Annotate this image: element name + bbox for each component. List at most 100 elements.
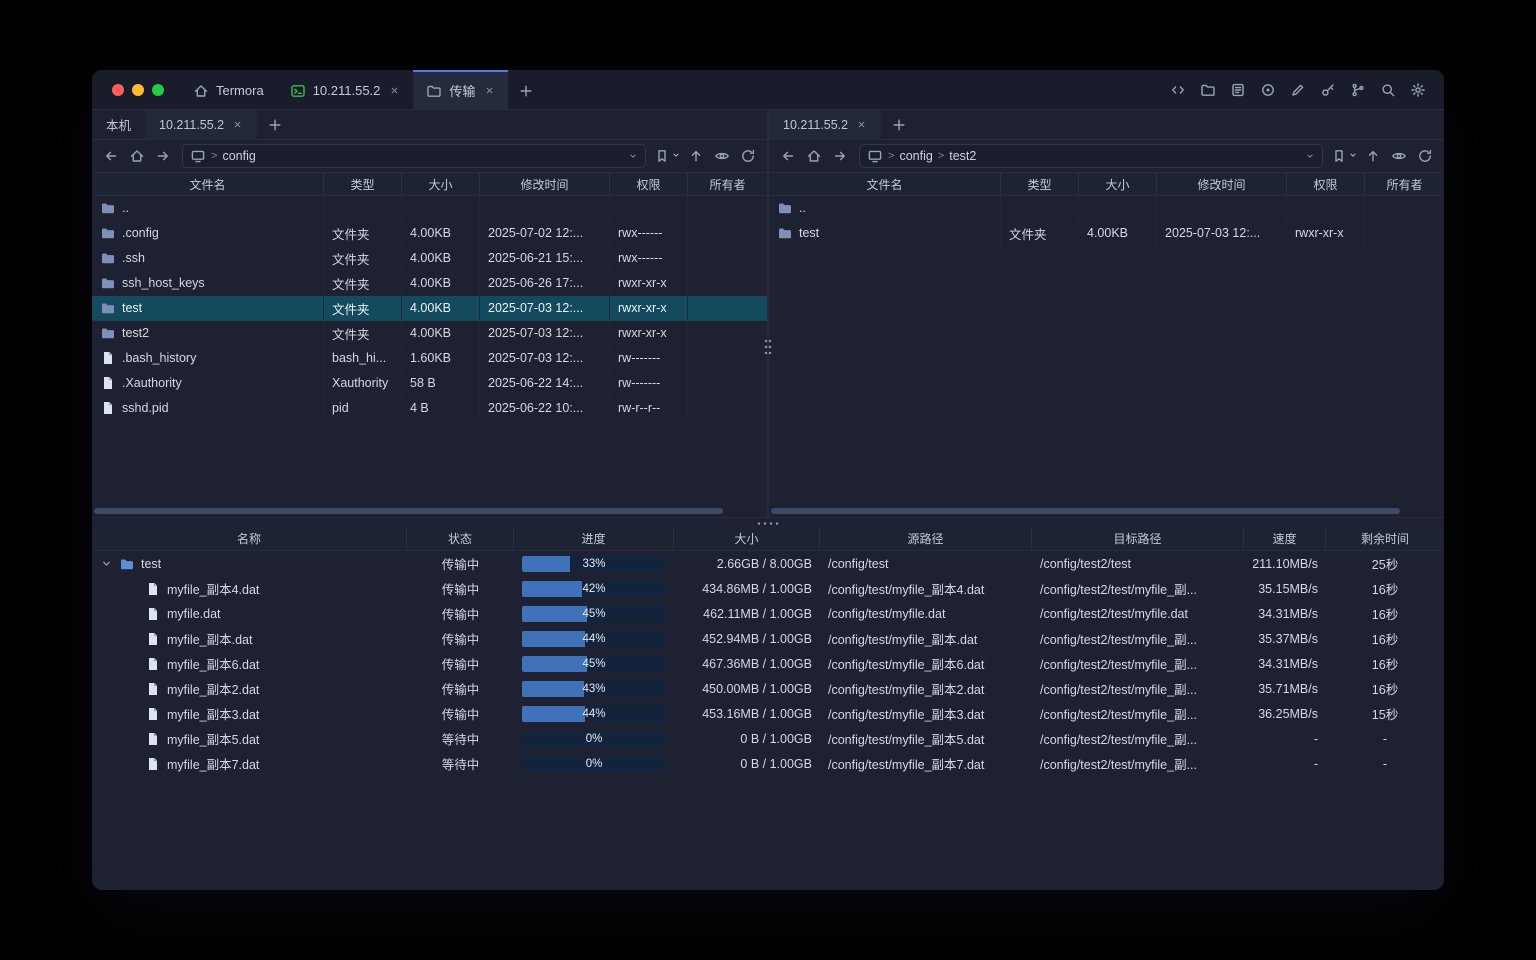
close-icon[interactable]: [389, 85, 400, 96]
home-button[interactable]: [803, 145, 825, 167]
column-header[interactable]: 文件名: [92, 173, 324, 195]
column-header[interactable]: 大小: [402, 173, 480, 195]
record-button[interactable]: [1256, 78, 1280, 102]
chevron-down-icon[interactable]: [100, 557, 113, 570]
transfer-row[interactable]: myfile_副本2.dat传输中43%450.00MB / 1.00GB/co…: [92, 676, 1444, 701]
horizontal-splitter-grip[interactable]: [756, 521, 780, 526]
transfer-row[interactable]: myfile.dat传输中45%462.11MB / 1.00GB/config…: [92, 601, 1444, 626]
column-header[interactable]: 修改时间: [480, 173, 610, 195]
horizontal-splitter[interactable]: [92, 517, 1444, 527]
transfer-column-header[interactable]: 源路径: [820, 527, 1032, 550]
horizontal-scrollbar-thumb[interactable]: [771, 508, 1400, 514]
back-button[interactable]: [100, 145, 122, 167]
refresh-button[interactable]: [1414, 145, 1436, 167]
transfer-column-header[interactable]: 目标路径: [1032, 527, 1244, 550]
close-window-button[interactable]: [112, 84, 124, 96]
show-hidden-button[interactable]: [1388, 145, 1410, 167]
transfer-row[interactable]: myfile_副本.dat传输中44%452.94MB / 1.00GB/con…: [92, 626, 1444, 651]
column-header[interactable]: 大小: [1079, 173, 1157, 195]
eye-icon: [714, 148, 730, 164]
transfer-row[interactable]: myfile_副本6.dat传输中45%467.36MB / 1.00GB/co…: [92, 651, 1444, 676]
app-tab-home[interactable]: Termora: [180, 70, 277, 109]
file-row[interactable]: test文件夹4.00KB2025-07-03 12:...rwxr-xr-x: [92, 296, 767, 321]
forward-button[interactable]: [829, 145, 851, 167]
transfer-column-header[interactable]: 大小: [674, 527, 820, 550]
file-row[interactable]: sshd.pidpid4 B2025-06-22 10:...rw-r--r--: [92, 396, 767, 421]
bookmark-button[interactable]: [1331, 147, 1358, 165]
back-button[interactable]: [777, 145, 799, 167]
key-button[interactable]: [1316, 78, 1340, 102]
file-row[interactable]: .XauthorityXauthority58 B2025-06-22 14:.…: [92, 371, 767, 396]
horizontal-scrollbar[interactable]: [771, 507, 1440, 515]
column-header[interactable]: 所有者: [1365, 173, 1444, 195]
transfer-eta-cell: 16秒: [1326, 629, 1444, 648]
path-segment[interactable]: config: [899, 149, 932, 163]
file-row[interactable]: .config文件夹4.00KB2025-07-02 12:...rwx----…: [92, 221, 767, 246]
file-row[interactable]: .ssh文件夹4.00KB2025-06-21 15:...rwx------: [92, 246, 767, 271]
transfer-column-header[interactable]: 状态: [407, 527, 514, 550]
horizontal-scrollbar-thumb[interactable]: [94, 508, 723, 514]
add-file-tab-button[interactable]: [881, 110, 917, 139]
edit-button[interactable]: [1286, 78, 1310, 102]
home-button[interactable]: [126, 145, 148, 167]
file-tab-1[interactable]: 10.211.55.2: [145, 110, 257, 139]
column-header[interactable]: 文件名: [769, 173, 1001, 195]
horizontal-scrollbar[interactable]: [94, 507, 763, 515]
transfer-speed-cell: 35.15MB/s: [1244, 582, 1326, 596]
file-row[interactable]: test2文件夹4.00KB2025-07-03 12:...rwxr-xr-x: [92, 321, 767, 346]
transfer-column-header[interactable]: 速度: [1244, 527, 1326, 550]
chevron-down-icon[interactable]: [1305, 151, 1315, 161]
gear-button[interactable]: [1406, 78, 1430, 102]
forward-button[interactable]: [152, 145, 174, 167]
file-row[interactable]: ..: [92, 196, 767, 221]
chevron-down-icon[interactable]: [671, 147, 681, 165]
search-button[interactable]: [1376, 78, 1400, 102]
chevron-down-icon[interactable]: [1348, 147, 1358, 165]
add-app-tab-button[interactable]: [508, 70, 544, 109]
file-tab-0[interactable]: 10.211.55.2: [769, 110, 881, 139]
file-owner-cell: [688, 321, 767, 345]
transfer-row[interactable]: myfile_副本7.dat等待中0%0 B / 1.00GB/config/t…: [92, 751, 1444, 776]
upload-button[interactable]: [685, 145, 707, 167]
column-header[interactable]: 类型: [324, 173, 402, 195]
path-segment[interactable]: test2: [949, 149, 976, 163]
maximize-window-button[interactable]: [152, 84, 164, 96]
termora-window: Termora10.211.55.2传输 本机10.211.55.2>confi…: [92, 70, 1444, 890]
path-segment[interactable]: config: [222, 149, 255, 163]
column-header[interactable]: 类型: [1001, 173, 1079, 195]
transfer-row[interactable]: myfile_副本4.dat传输中42%434.86MB / 1.00GB/co…: [92, 576, 1444, 601]
chevron-down-icon[interactable]: [628, 151, 638, 161]
show-hidden-button[interactable]: [711, 145, 733, 167]
app-tab-session[interactable]: 10.211.55.2: [277, 70, 414, 109]
transfer-column-header[interactable]: 进度: [514, 527, 674, 550]
branch-button[interactable]: [1346, 78, 1370, 102]
file-row[interactable]: .bash_historybash_hi...1.60KB2025-07-03 …: [92, 346, 767, 371]
minimize-window-button[interactable]: [132, 84, 144, 96]
transfer-column-header[interactable]: 名称: [92, 527, 407, 550]
file-row[interactable]: ..: [769, 196, 1444, 221]
path-input[interactable]: >config>test2: [859, 144, 1323, 168]
folder-button[interactable]: [1196, 78, 1220, 102]
transfer-row[interactable]: myfile_副本3.dat传输中44%453.16MB / 1.00GB/co…: [92, 701, 1444, 726]
code-button[interactable]: [1166, 78, 1190, 102]
file-row[interactable]: test文件夹4.00KB2025-07-03 12:...rwxr-xr-x: [769, 221, 1444, 246]
close-icon[interactable]: [484, 85, 495, 96]
column-header[interactable]: 权限: [1287, 173, 1365, 195]
column-header[interactable]: 所有者: [688, 173, 767, 195]
column-header[interactable]: 权限: [610, 173, 688, 195]
transfer-row[interactable]: myfile_副本5.dat等待中0%0 B / 1.00GB/config/t…: [92, 726, 1444, 751]
log-button[interactable]: [1226, 78, 1250, 102]
file-tab-0[interactable]: 本机: [92, 110, 145, 139]
refresh-button[interactable]: [737, 145, 759, 167]
close-icon[interactable]: [856, 119, 867, 130]
file-row[interactable]: ssh_host_keys文件夹4.00KB2025-06-26 17:...r…: [92, 271, 767, 296]
path-input[interactable]: >config: [182, 144, 646, 168]
add-file-tab-button[interactable]: [257, 110, 293, 139]
transfer-column-header[interactable]: 剩余时间: [1326, 527, 1444, 550]
close-icon[interactable]: [232, 119, 243, 130]
app-tab-transfer[interactable]: 传输: [413, 70, 508, 109]
upload-button[interactable]: [1362, 145, 1384, 167]
transfer-row[interactable]: test传输中33%2.66GB / 8.00GB/config/test/co…: [92, 551, 1444, 576]
column-header[interactable]: 修改时间: [1157, 173, 1287, 195]
bookmark-button[interactable]: [654, 147, 681, 165]
